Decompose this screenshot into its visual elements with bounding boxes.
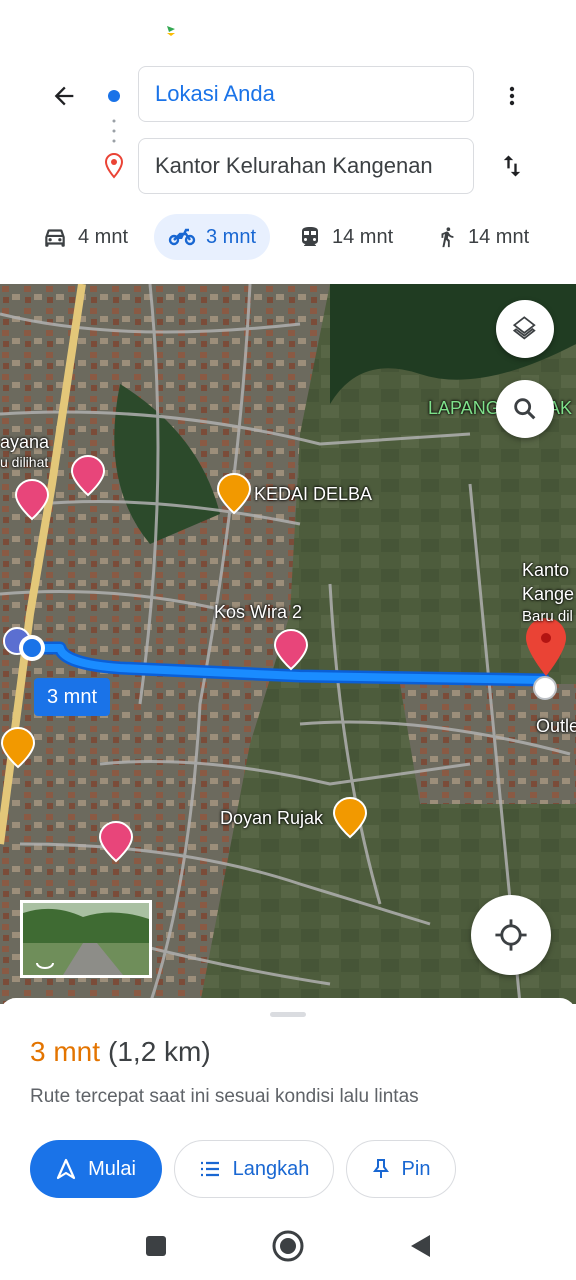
pin-button[interactable]: Pin [346,1140,456,1198]
mode-time: 14 mnt [332,225,394,248]
destination-pin-icon [104,152,124,179]
origin-marker-icon [104,86,124,106]
system-back-button[interactable] [400,1226,440,1266]
poi-label-kedai-delba[interactable]: KEDAI DELBA [254,484,372,505]
layers-icon [512,316,536,340]
back-button[interactable] [44,76,84,116]
my-location-icon [495,919,527,951]
place-label-lapangan[interactable]: LAPANG [428,398,500,419]
car-icon [45,229,65,247]
route-summary: 3 mnt (1,2 km) [30,1036,211,1068]
mode-time: 14 mnt [468,225,530,248]
mode-time: 4 mnt [78,225,129,248]
start-navigation-button[interactable]: Mulai [30,1140,162,1198]
mode-time: 3 mnt [206,225,257,248]
triangle-back-icon [411,1235,430,1257]
mode-tab-transit[interactable]: 14 mnt [284,214,407,260]
steps-button[interactable]: Langkah [174,1140,334,1198]
route-dots-icon [112,119,116,143]
square-icon [146,1236,166,1256]
street-view-thumbnail[interactable] [20,900,152,978]
list-icon [200,1161,219,1177]
system-nav-bar [0,1210,576,1280]
route-details-sheet[interactable]: 3 mnt (1,2 km) Rute tercepat saat ini se… [0,998,576,1218]
origin-input[interactable]: Lokasi Anda [138,66,474,122]
destination-sublabel: Baru dil [522,608,573,625]
poi-label-doyan-rujak[interactable]: Doyan Rujak [220,808,323,829]
swap-button[interactable] [494,146,530,186]
destination-input[interactable]: Kantor Kelurahan Kangenan [138,138,474,194]
swap-vert-icon [503,155,521,177]
poi-label-kos-wira[interactable]: Kos Wira 2 [214,602,302,623]
place-sublabel-left: u dilihat [0,454,49,470]
destination-label-line2: Kange [522,584,575,604]
home-button[interactable] [268,1226,308,1266]
motorbike-icon [168,228,196,246]
search-along-route-button[interactable] [496,380,554,438]
map-view[interactable]: KEDAI DELBA Kos Wira 2 Doyan Rujak LAPAN… [0,284,576,1004]
place-label-left[interactable]: ayana [0,432,49,453]
arrow-back-icon [54,86,74,106]
search-icon [514,398,536,420]
home-circle-icon [272,1230,304,1262]
navigation-arrow-icon [56,1158,76,1180]
notification-icon [167,26,175,36]
layers-button[interactable] [496,300,554,358]
more-vert-icon [509,86,515,106]
mode-tab-motorbike[interactable]: 3 mnt [154,214,271,260]
street-view-image [23,903,149,975]
walking-icon [441,227,454,248]
eta-distance: (1,2 km) [108,1036,211,1067]
more-options-button[interactable] [494,76,530,116]
train-icon [302,227,318,246]
mode-tab-car[interactable]: 4 mnt [28,214,142,260]
place-label-outlet[interactable]: Outle [536,716,576,737]
drag-handle[interactable] [270,1012,306,1017]
start-label: Mulai [88,1157,136,1180]
destination-label-line1[interactable]: Kanto [522,560,569,581]
route-description: Rute tercepat saat ini sesuai kondisi la… [30,1086,419,1107]
pushpin-icon [372,1159,389,1178]
recenter-button[interactable] [471,895,551,975]
recents-button[interactable] [136,1226,176,1266]
eta-time: 3 mnt [30,1036,101,1067]
steps-label: Langkah [232,1157,310,1180]
status-bar [0,0,576,60]
mode-tab-walk[interactable]: 14 mnt [422,214,543,260]
pin-label: Pin [401,1157,431,1180]
satellite-map [0,284,576,1004]
route-time-badge[interactable]: 3 mnt [34,678,111,716]
